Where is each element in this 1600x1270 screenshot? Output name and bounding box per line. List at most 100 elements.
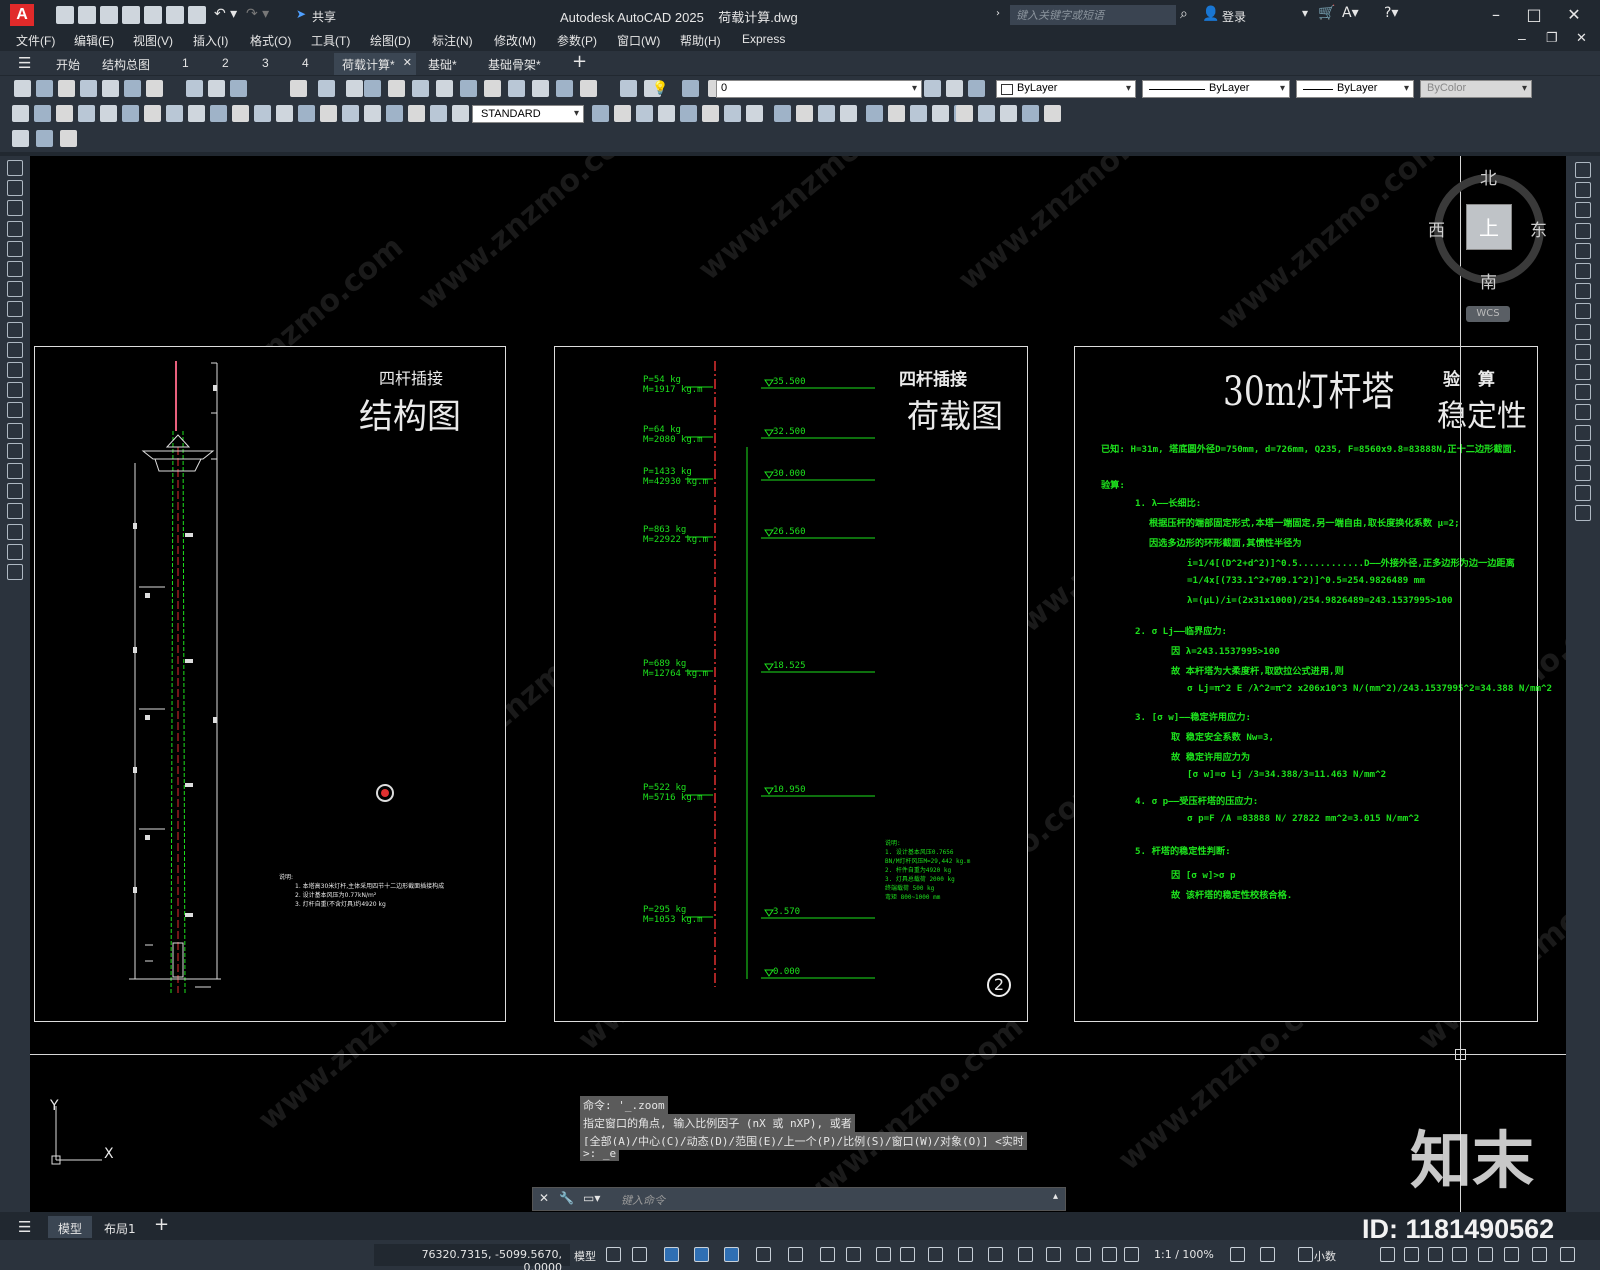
viewcube-north[interactable]: 北 bbox=[1480, 164, 1497, 189]
ortho-icon[interactable] bbox=[724, 1247, 739, 1262]
mirror-icon[interactable] bbox=[1575, 202, 1591, 219]
baseline-icon[interactable] bbox=[1000, 105, 1017, 122]
units-setting[interactable]: 小数 bbox=[1314, 1248, 1336, 1264]
menu-view[interactable]: 视图(V) bbox=[133, 32, 173, 49]
jogged-icon[interactable] bbox=[122, 105, 139, 122]
tile-icon[interactable] bbox=[12, 130, 29, 147]
linear-dim-icon[interactable] bbox=[12, 105, 29, 122]
graphics-performance-icon[interactable] bbox=[1478, 1247, 1493, 1262]
tab-model[interactable]: 模型 bbox=[48, 1216, 93, 1238]
erase-icon[interactable] bbox=[1575, 162, 1591, 178]
viewcube-top-face[interactable]: 上 bbox=[1466, 204, 1512, 250]
menu-draw[interactable]: 绘图(D) bbox=[370, 32, 411, 49]
ordinate-icon[interactable] bbox=[888, 105, 905, 122]
center-mark-icon[interactable] bbox=[320, 105, 337, 122]
arc-length-icon[interactable] bbox=[56, 105, 73, 122]
make-block-icon[interactable] bbox=[7, 422, 23, 439]
menu-tools[interactable]: 工具(T) bbox=[311, 32, 350, 49]
grid-icon[interactable] bbox=[606, 1247, 621, 1262]
break-icon[interactable] bbox=[1575, 404, 1591, 421]
dynamic-input-icon[interactable] bbox=[694, 1247, 709, 1262]
layer-properties-icon[interactable] bbox=[620, 80, 637, 97]
open-icon[interactable] bbox=[36, 80, 53, 97]
orbit-icon[interactable] bbox=[430, 105, 447, 122]
viewcube-west[interactable]: 西 bbox=[1428, 216, 1445, 241]
menu-insert[interactable]: 插入(I) bbox=[193, 32, 228, 49]
undo-icon[interactable]: ↶ ▾ bbox=[214, 6, 237, 22]
cone-icon[interactable] bbox=[636, 105, 653, 122]
continue-icon[interactable] bbox=[232, 105, 249, 122]
zoom-previous-icon[interactable] bbox=[412, 80, 429, 97]
snap-icon[interactable] bbox=[632, 1247, 647, 1262]
layout-list-icon[interactable]: ☰ bbox=[18, 1218, 31, 1236]
customize-wrench-icon[interactable]: 🔧 bbox=[559, 1191, 574, 1205]
tab-2[interactable]: 2 bbox=[214, 53, 237, 75]
break-icon[interactable] bbox=[276, 105, 293, 122]
space-icon[interactable] bbox=[1044, 105, 1061, 122]
space-icon[interactable] bbox=[254, 105, 271, 122]
explode-icon[interactable] bbox=[1575, 505, 1591, 522]
isolate-objects-icon[interactable] bbox=[1428, 1247, 1443, 1262]
ordinate-icon[interactable] bbox=[78, 105, 95, 122]
ellipse-arc-icon[interactable] bbox=[7, 382, 23, 399]
close-window-icon[interactable]: ✕ bbox=[1560, 4, 1588, 26]
subtract-icon[interactable] bbox=[774, 105, 791, 122]
tab-3[interactable]: 3 bbox=[254, 53, 277, 75]
save-web-icon[interactable] bbox=[166, 6, 184, 24]
arrange-icon[interactable] bbox=[60, 130, 77, 147]
preview-icon[interactable] bbox=[968, 80, 985, 97]
search-icon[interactable]: ⌕ bbox=[1180, 6, 1188, 22]
menu-express[interactable]: Express bbox=[742, 32, 785, 46]
recent-commands-icon[interactable]: ▭▾ bbox=[583, 1191, 600, 1205]
update-icon[interactable] bbox=[386, 105, 403, 122]
layer-dropdown[interactable]: 0 ▾ bbox=[716, 80, 922, 98]
tab-1[interactable]: 1 bbox=[174, 53, 197, 75]
lightbulb-icon[interactable]: 💡 bbox=[652, 81, 668, 96]
continue-icon[interactable] bbox=[1022, 105, 1039, 122]
revision-cloud-icon[interactable] bbox=[7, 321, 23, 338]
sheet-stability-check[interactable]: 30m灯杆塔 验 算 稳定性 已知: H=31m, 塔底圆外径D=750mm, … bbox=[1074, 346, 1552, 1022]
save-as-icon[interactable] bbox=[122, 6, 140, 24]
break-at-point-icon[interactable] bbox=[1575, 384, 1591, 401]
3d-osnap-icon[interactable] bbox=[958, 1247, 973, 1262]
move-icon[interactable] bbox=[1575, 263, 1591, 279]
multiline-icon[interactable] bbox=[7, 220, 23, 237]
annotation-visibility-icon[interactable] bbox=[1076, 1247, 1091, 1262]
gradient-icon[interactable] bbox=[7, 483, 23, 500]
cart-icon[interactable]: 🛒 bbox=[1318, 5, 1335, 21]
publish-icon[interactable] bbox=[124, 80, 141, 97]
close-command-icon[interactable]: ✕ bbox=[539, 1191, 549, 1205]
save-icon[interactable] bbox=[924, 80, 941, 97]
maximize-window-icon[interactable]: □ bbox=[1520, 4, 1548, 26]
chamfer-icon[interactable] bbox=[1575, 444, 1591, 461]
match-properties-icon[interactable] bbox=[230, 80, 247, 97]
undo-icon[interactable] bbox=[290, 80, 307, 97]
polar-icon[interactable] bbox=[756, 1247, 771, 1262]
multiline-text-icon[interactable] bbox=[7, 543, 23, 560]
new-tab-icon[interactable]: + bbox=[572, 51, 587, 72]
tab-foundation[interactable]: 基础* bbox=[420, 53, 465, 75]
isometric-icon[interactable] bbox=[788, 1247, 803, 1262]
infer-constraints-icon[interactable] bbox=[664, 1247, 679, 1262]
app-logo[interactable]: A bbox=[10, 4, 34, 26]
quick-properties-icon[interactable] bbox=[1380, 1247, 1395, 1262]
tab-load-calculation[interactable]: 荷载计算* ✕ bbox=[334, 53, 416, 75]
revolve-icon[interactable] bbox=[724, 105, 741, 122]
cylinder-icon[interactable] bbox=[614, 105, 631, 122]
sheet-load-diagram[interactable]: 四杆插接 荷载图 2 35.500 32.500 30.000 26.560 18.52… bbox=[554, 346, 1028, 1022]
quick-dim-icon[interactable] bbox=[978, 105, 995, 122]
array-icon[interactable] bbox=[1575, 242, 1591, 259]
tab-foundation-frame[interactable]: 基础骨架* bbox=[480, 53, 549, 75]
new-file-icon[interactable] bbox=[56, 6, 74, 24]
viewcube-east[interactable]: 东 bbox=[1530, 216, 1547, 241]
open-file-icon[interactable] bbox=[78, 6, 96, 24]
customize-icon[interactable] bbox=[1532, 1247, 1547, 1262]
annotation-scale[interactable]: 1:1 / 100% bbox=[1154, 1248, 1214, 1261]
doc-minimize-icon[interactable]: – bbox=[1518, 30, 1526, 46]
preview-icon[interactable] bbox=[102, 80, 119, 97]
point-icon[interactable] bbox=[7, 442, 23, 459]
spline-icon[interactable] bbox=[7, 341, 23, 358]
tab-4[interactable]: 4 bbox=[294, 53, 317, 75]
redo-icon[interactable] bbox=[318, 80, 335, 97]
lock-ui-icon[interactable] bbox=[1404, 1247, 1419, 1262]
